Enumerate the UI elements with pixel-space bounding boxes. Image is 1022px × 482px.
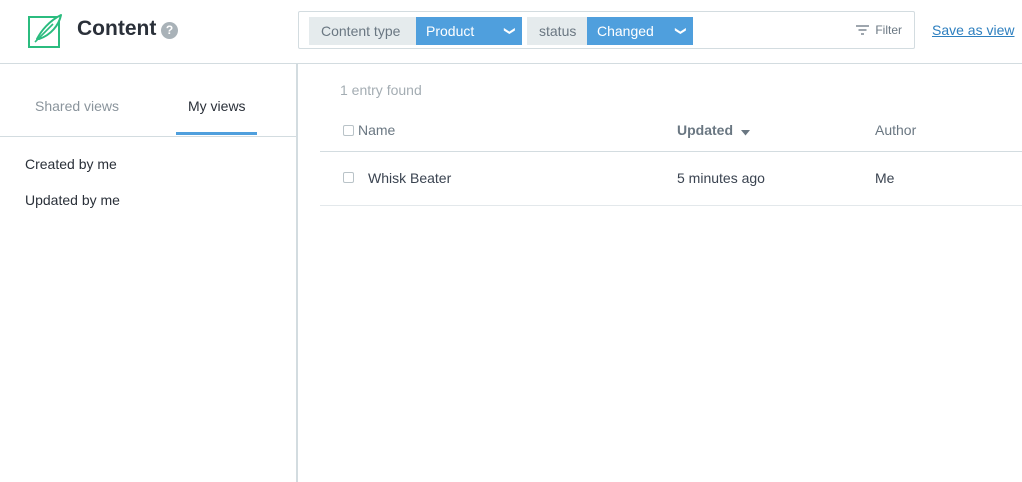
filter-value-text: Product [426,23,475,39]
table-header: Name Updated Author [320,110,1022,152]
row-checkbox[interactable] [343,172,354,183]
chevron-down-icon[interactable]: ❯ [495,26,523,35]
filter-value-status[interactable]: Changed ❯ [587,17,693,45]
help-icon[interactable]: ? [161,22,178,39]
content-list: 1 entry found Name Updated Author Whisk … [300,64,1022,482]
row-name[interactable]: Whisk Beater [368,170,451,186]
column-header-updated[interactable]: Updated [677,122,750,139]
filter-search-bar[interactable]: Content type Product ❯ status Changed ❯ … [298,11,915,49]
save-as-view-link[interactable]: Save as view [932,22,1014,38]
sidebar-item-created-by-me[interactable]: Created by me [25,156,117,172]
views-tabs: Shared views My views [0,64,296,137]
tab-shared-views[interactable]: Shared views [35,98,119,114]
top-header: Content ? Content type Product ❯ status … [0,0,1022,64]
table-row[interactable]: Whisk Beater 5 minutes ago Me [320,152,1022,206]
sidebar: Shared views My views Created by me Upda… [0,64,298,482]
active-tab-indicator [176,132,257,135]
column-header-updated-label: Updated [677,122,733,138]
filter-label: Filter [875,23,902,37]
row-updated: 5 minutes ago [677,170,765,186]
tab-my-views[interactable]: My views [188,98,246,114]
sort-desc-icon [740,123,750,139]
filter-value-text: Changed [597,23,654,39]
column-header-name[interactable]: Name [358,122,395,138]
page-title: Content [77,17,157,40]
row-author: Me [875,170,895,186]
filter-icon [856,13,870,49]
column-header-author[interactable]: Author [875,122,916,138]
feather-logo-icon [27,13,63,49]
filter-button[interactable]: Filter [856,12,902,48]
filter-label-status: status [527,17,587,45]
entry-count: 1 entry found [340,82,422,98]
filter-label-content-type: Content type [309,17,416,45]
chevron-down-icon[interactable]: ❯ [666,26,694,35]
filter-value-content-type[interactable]: Product ❯ [416,17,522,45]
select-all-checkbox[interactable] [343,125,354,136]
sidebar-item-updated-by-me[interactable]: Updated by me [25,192,120,208]
